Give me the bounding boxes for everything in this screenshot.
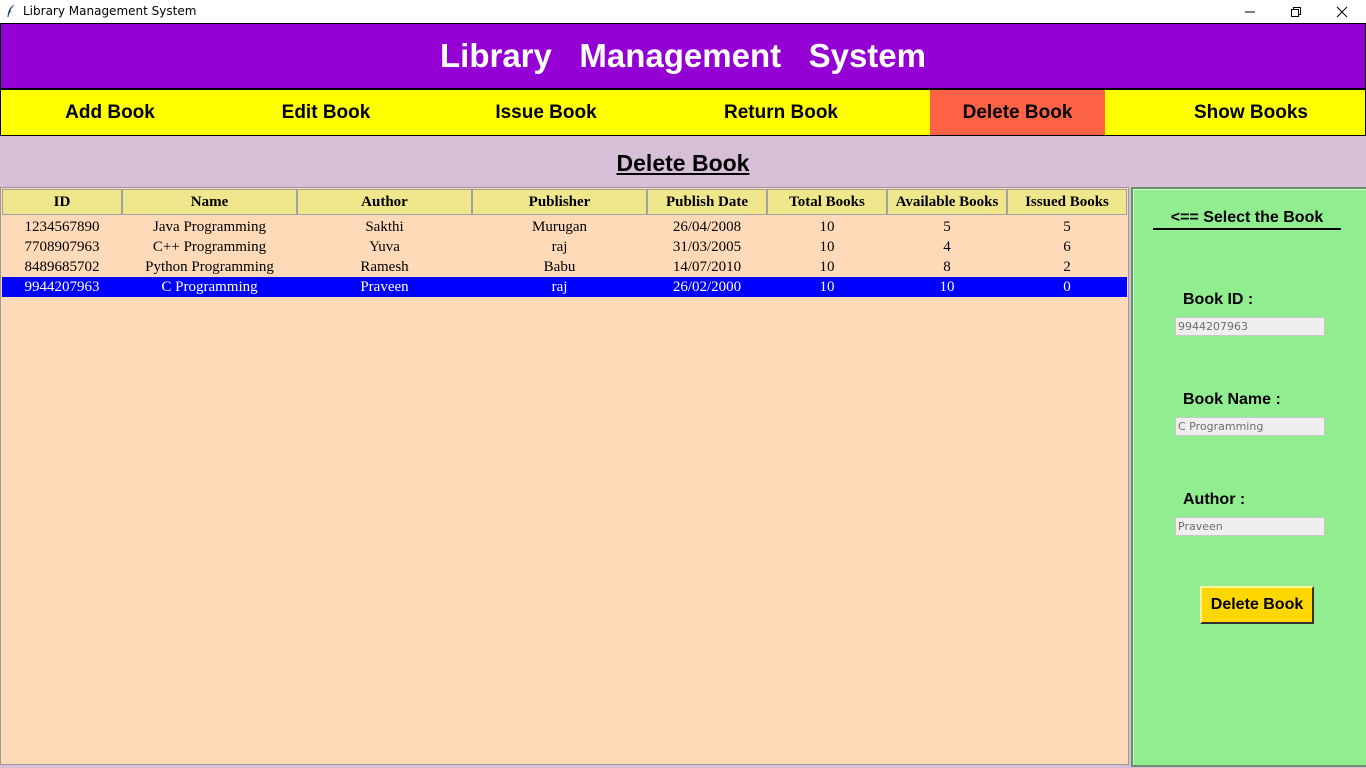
cell-id: 8489685702 [24,259,100,275]
cell-name: C++ Programming [152,239,267,255]
column-header-name[interactable]: Name [122,189,297,215]
cell-total-books: 10 [819,259,835,275]
feather-icon [7,4,15,17]
close-icon [1336,6,1348,17]
cell-total-books: 10 [819,279,835,295]
nav-delete-book[interactable]: Delete Book [930,90,1105,135]
table-row-selected[interactable]: 9944207963 C Programming Praveen raj 26/… [2,277,1127,297]
cell-available-books: 10 [939,279,955,295]
cell-author: Yuva [369,239,400,255]
cell-publish-date: 14/07/2010 [672,259,742,275]
column-header-issued-books[interactable]: Issued Books [1007,189,1127,215]
details-panel: <== Select the Book Book ID : Book Name … [1131,187,1366,767]
cell-publisher: Murugan [532,219,587,235]
content-area: Delete Book ID Name Author Publisher Pub… [0,136,1366,768]
cell-issued-books: 0 [1063,279,1071,295]
minimize-button[interactable] [1227,0,1273,23]
cell-author: Praveen [360,279,409,295]
column-header-available-books[interactable]: Available Books [887,189,1007,215]
cell-publish-date: 26/04/2008 [672,219,742,235]
column-header-total-books[interactable]: Total Books [767,189,887,215]
cell-available-books: 8 [943,259,951,275]
book-name-field[interactable] [1175,417,1325,436]
cell-available-books: 5 [943,219,951,235]
restore-icon [1291,6,1301,17]
cell-issued-books: 6 [1063,239,1071,255]
cell-name: Python Programming [145,259,274,275]
column-header-author[interactable]: Author [297,189,472,215]
cell-publish-date: 26/02/2000 [672,279,742,295]
cell-issued-books: 2 [1063,259,1071,275]
column-header-publish-date[interactable]: Publish Date [647,189,767,215]
cell-total-books: 10 [819,239,835,255]
nav-return-book[interactable]: Return Book [659,90,903,135]
cell-issued-books: 5 [1063,219,1071,235]
close-button[interactable] [1319,0,1365,23]
table-row[interactable]: 7708907963 C++ Programming Yuva raj 31/0… [2,237,1127,257]
table-row[interactable]: 1234567890 Java Programming Sakthi Murug… [2,217,1127,237]
cell-id: 9944207963 [24,279,100,295]
book-name-label: Book Name : [1183,391,1281,408]
column-header-id[interactable]: ID [2,189,122,215]
cell-publish-date: 31/03/2005 [672,239,742,255]
cell-author: Sakthi [365,219,404,235]
nav-bar: Add Book Edit Book Issue Book Return Boo… [0,89,1366,136]
window-titlebar: Library Management System [0,0,1366,23]
cell-name: Java Programming [153,219,266,235]
cell-name: C Programming [161,279,258,295]
book-id-field[interactable] [1175,317,1325,336]
cell-author: Ramesh [360,259,409,275]
nav-issue-book[interactable]: Issue Book [433,90,659,135]
cell-publisher: Babu [543,259,576,275]
select-book-hint: <== Select the Book [1153,209,1341,230]
cell-publisher: raj [551,239,568,255]
cell-id: 7708907963 [24,239,100,255]
author-field[interactable] [1175,517,1325,536]
cell-available-books: 4 [943,239,951,255]
page-title: Delete Book [616,150,750,176]
nav-edit-book[interactable]: Edit Book [219,90,433,135]
book-id-label: Book ID : [1183,291,1254,308]
delete-book-button[interactable]: Delete Book [1200,586,1314,624]
cell-publisher: raj [551,279,568,295]
restore-button[interactable] [1273,0,1319,23]
app-title: Library Management System [440,37,926,74]
author-label: Author : [1183,491,1246,508]
minimize-icon [1245,11,1255,12]
books-table[interactable]: ID Name Author Publisher Publish Date To… [0,187,1129,765]
nav-add-book[interactable]: Add Book [1,90,219,135]
column-header-publisher[interactable]: Publisher [472,189,647,215]
nav-show-books[interactable]: Show Books [1135,90,1366,135]
cell-total-books: 10 [819,219,835,235]
cell-id: 1234567890 [24,219,100,235]
table-row[interactable]: 8489685702 Python Programming Ramesh Bab… [2,257,1127,277]
app-header: Library Management System [0,23,1366,89]
window-title: Library Management System [23,4,197,18]
